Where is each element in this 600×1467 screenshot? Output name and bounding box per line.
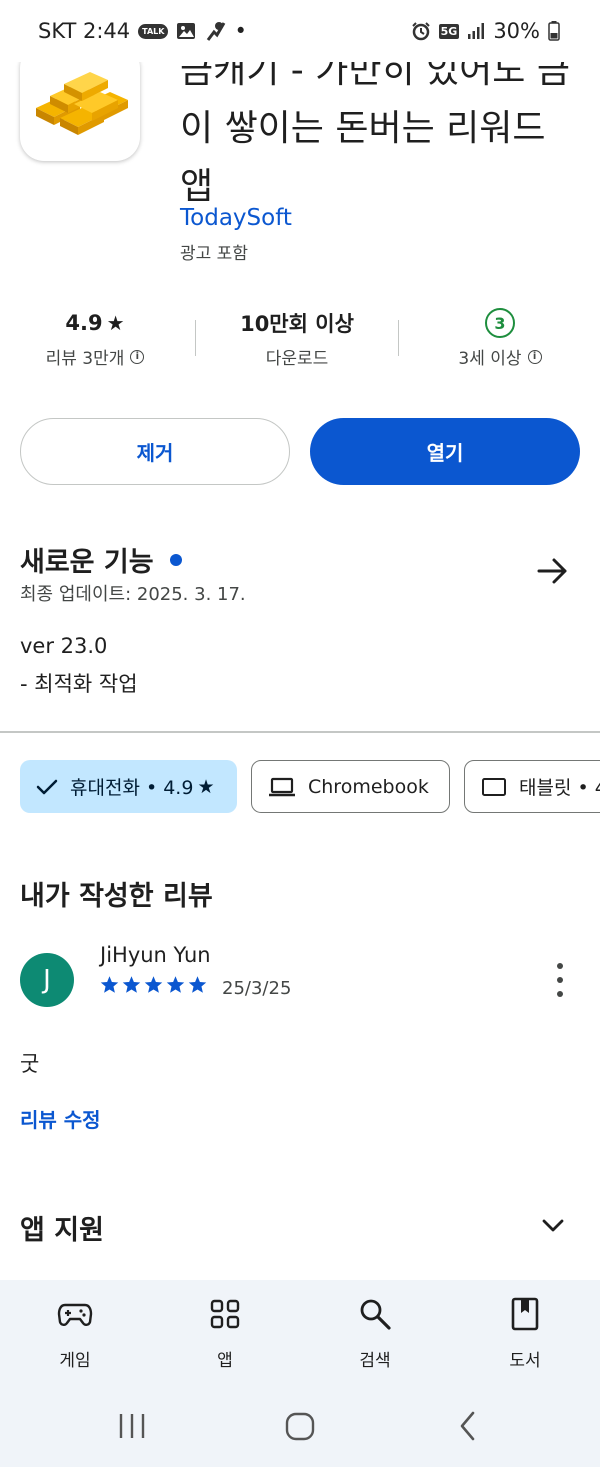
voice-icon	[204, 20, 226, 42]
status-right: 5G 30%	[411, 19, 560, 43]
last-updated: 최종 업데이트: 2025. 3. 17.	[20, 584, 246, 605]
age-label-row: 3세 이상 i	[440, 344, 560, 369]
downloads-value: 10만회 이상	[240, 312, 354, 336]
arrow-right-icon[interactable]	[535, 555, 571, 587]
tablet-icon	[482, 777, 506, 796]
5g-icon: 5G	[438, 23, 460, 39]
version-text: ver 23.0	[20, 634, 108, 658]
nav-search-label: 검색	[359, 1351, 391, 1371]
nav-games[interactable]: 게임	[35, 1296, 115, 1371]
laptop-icon	[269, 777, 295, 796]
section-divider	[0, 731, 600, 733]
battery-icon	[548, 21, 560, 41]
avatar: J	[20, 953, 74, 1007]
my-review-title: 내가 작성한 리뷰	[20, 881, 213, 912]
star-icon: ★	[197, 775, 215, 798]
star-icon	[166, 976, 185, 993]
gamepad-icon	[57, 1303, 93, 1326]
chip-chromebook[interactable]: Chromebook	[251, 760, 450, 813]
battery-percent: 30%	[493, 19, 540, 43]
star-icon	[144, 976, 163, 993]
rating-value: 4.9	[65, 311, 103, 335]
developer-link[interactable]: TodaySoft	[180, 205, 292, 231]
status-dot: •	[234, 19, 247, 43]
star-icon	[100, 976, 119, 993]
back-icon[interactable]	[456, 1408, 480, 1444]
book-icon	[511, 1297, 539, 1331]
whats-new-header[interactable]: 새로운 기능	[20, 540, 182, 579]
stat-divider	[398, 320, 399, 356]
recent-apps-icon[interactable]	[117, 1408, 147, 1444]
reviewer-name: JiHyun Yun	[100, 943, 211, 967]
chip-tablet-label: 태블릿 • 4	[519, 777, 600, 799]
chip-phone[interactable]: 휴대전화 • 4.9 ★	[20, 760, 237, 813]
chevron-down-icon[interactable]	[540, 1214, 566, 1236]
alarm-icon	[411, 21, 431, 41]
age-badge-icon: 3	[485, 308, 515, 338]
age-rating-stat[interactable]: 3 3세 이상 i	[440, 308, 560, 369]
reviews-label: 리뷰 3만개	[45, 349, 125, 369]
review-stars	[100, 975, 207, 994]
info-icon: i	[130, 349, 145, 364]
nav-apps-label: 앱	[217, 1351, 233, 1371]
app-support-title[interactable]: 앱 지원	[20, 1208, 104, 1247]
rating-value-row: 4.9 ★	[30, 308, 160, 338]
nav-apps[interactable]: 앱	[185, 1296, 265, 1371]
status-left: SKT 2:44 TALK •	[38, 19, 247, 43]
age-badge-row: 3	[440, 308, 560, 338]
more-options-icon[interactable]	[550, 963, 570, 997]
gallery-icon	[176, 21, 196, 41]
nav-books[interactable]: 도서	[485, 1296, 565, 1371]
kakaotalk-icon: TALK	[138, 23, 169, 39]
nav-books-label: 도서	[509, 1351, 541, 1371]
age-label: 3세 이상	[458, 349, 522, 369]
edit-review-link[interactable]: 리뷰 수정	[20, 1104, 101, 1133]
apps-grid-icon	[210, 1299, 240, 1329]
whats-new-title: 새로운 기능	[20, 547, 154, 578]
app-title: 금캐기 - 가만히 있어도 금이 쌓이는 돈버는 리워드 앱	[180, 50, 570, 207]
reviews-label-row: 리뷰 3만개 i	[30, 344, 160, 369]
nav-search[interactable]: 검색	[335, 1296, 415, 1371]
check-icon	[36, 779, 58, 794]
downloads-stat: 10만회 이상 다운로드	[222, 308, 372, 369]
ads-label: 광고 포함	[180, 244, 248, 264]
review-date: 25/3/25	[222, 978, 292, 999]
home-icon[interactable]	[284, 1408, 316, 1444]
chip-tablet[interactable]: 태블릿 • 4	[464, 760, 600, 813]
info-icon: i	[527, 349, 542, 364]
remove-button[interactable]: 제거	[20, 418, 290, 485]
downloads-label: 다운로드	[265, 349, 329, 369]
rating-stat[interactable]: 4.9 ★ 리뷰 3만개 i	[30, 308, 160, 369]
open-button[interactable]: 열기	[310, 418, 580, 485]
stat-divider	[195, 320, 196, 356]
release-note: - 최적화 작업	[20, 672, 138, 696]
status-bar: SKT 2:44 TALK • 5G 30%	[0, 0, 600, 62]
new-indicator-dot	[169, 553, 182, 566]
chip-chromebook-label: Chromebook	[308, 775, 429, 798]
signal-icon	[467, 22, 485, 40]
star-icon: ★	[106, 311, 125, 335]
search-icon	[360, 1299, 391, 1330]
star-icon	[122, 976, 141, 993]
review-text: 굿	[20, 1052, 40, 1076]
star-icon	[188, 976, 207, 993]
chip-phone-label: 휴대전화 • 4.9	[70, 777, 194, 799]
nav-games-label: 게임	[59, 1351, 91, 1371]
status-time: SKT 2:44	[38, 19, 131, 43]
